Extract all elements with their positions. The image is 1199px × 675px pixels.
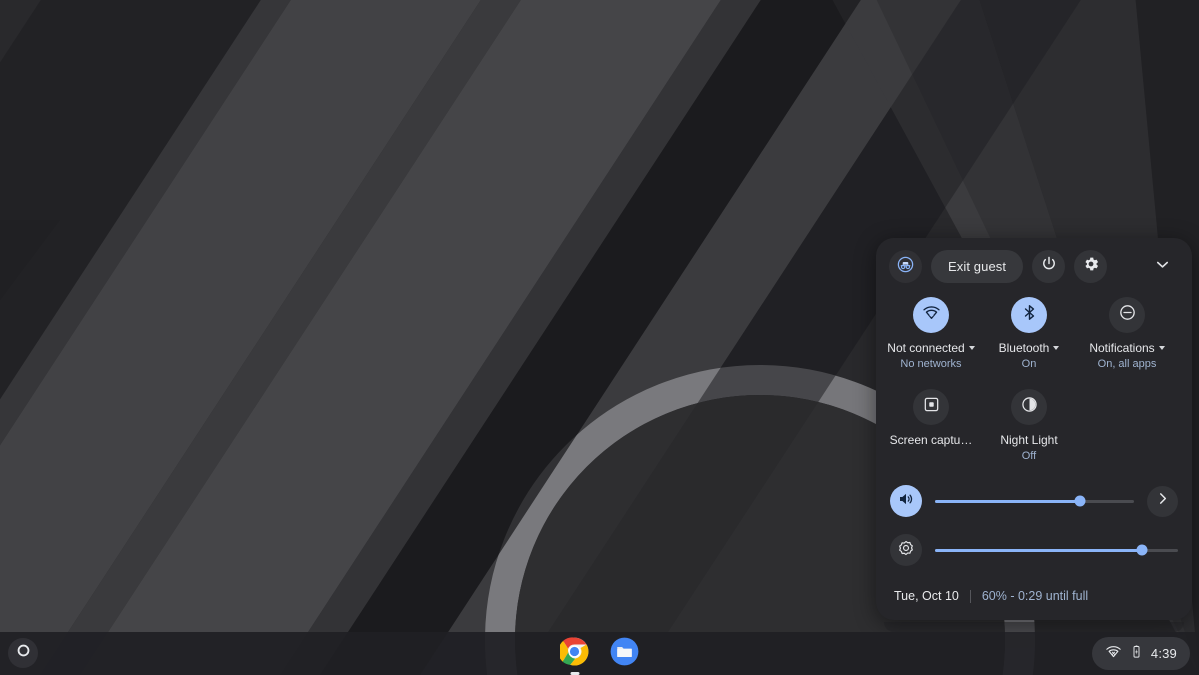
tile-notifications[interactable]: Notifications On, all apps	[1078, 297, 1176, 371]
power-icon	[1040, 255, 1058, 278]
quick-settings-scroll-hint	[884, 622, 1184, 632]
screen-capture-icon	[922, 395, 941, 419]
launcher-button[interactable]	[8, 638, 38, 668]
night-light-tile-label: Night Light	[1000, 433, 1058, 447]
brightness-icon-button[interactable]	[890, 534, 922, 566]
battery-status-label[interactable]: 60% - 0:29 until full	[982, 589, 1088, 603]
night-light-tile-sublabel: Off	[1021, 450, 1037, 462]
bluetooth-tile-label: Bluetooth	[998, 341, 1050, 355]
wifi-off-icon	[1105, 643, 1122, 665]
network-tile-label: Not connected	[887, 341, 965, 355]
exit-guest-label: Exit guest	[948, 259, 1007, 274]
tile-network[interactable]: Not connected No networks	[882, 297, 980, 371]
volume-slider[interactable]	[935, 495, 1134, 507]
volume-slider-row	[876, 485, 1192, 517]
chevron-down-icon[interactable]	[968, 346, 975, 350]
shelf-app-list	[558, 632, 640, 675]
volume-up-icon	[897, 490, 915, 513]
chevron-right-icon	[1154, 490, 1171, 512]
battery-charging-icon	[1129, 644, 1144, 664]
power-button[interactable]	[1032, 250, 1066, 283]
bluetooth-icon	[1020, 303, 1039, 327]
exit-guest-button[interactable]: Exit guest	[931, 250, 1024, 283]
brightness-icon	[897, 539, 915, 562]
shelf-app-files[interactable]	[610, 637, 640, 671]
shelf-app-chrome[interactable]	[558, 636, 590, 675]
quick-settings-header: Exit guest	[876, 238, 1192, 283]
notifications-tile-label-row: Notifications	[1089, 341, 1165, 355]
footer-divider	[969, 589, 971, 603]
guest-avatar-icon	[896, 255, 915, 279]
night-light-icon	[1020, 395, 1039, 419]
volume-mute-toggle[interactable]	[890, 485, 922, 517]
google-chrome-icon	[558, 636, 589, 671]
tile-screen-capture[interactable]: Screen captu…	[882, 389, 980, 463]
network-tile-sublabel: No networks	[900, 358, 962, 370]
date-label[interactable]: Tue, Oct 10	[894, 589, 959, 603]
bluetooth-tile-icon-bg	[1011, 297, 1047, 333]
notifications-tile-sublabel: On, all apps	[1097, 358, 1157, 370]
screen-capture-tile-label-row: Screen captu…	[890, 433, 973, 447]
brightness-slider-knob[interactable]	[1136, 544, 1148, 556]
gear-icon	[1082, 255, 1100, 278]
brightness-slider[interactable]	[935, 544, 1178, 556]
notifications-tile-icon-bg	[1109, 297, 1145, 333]
tile-bluetooth[interactable]: Bluetooth On	[980, 297, 1078, 371]
quick-settings-tiles-row-1: Not connected No networks Bluetooth On N…	[876, 283, 1192, 371]
guest-avatar-button[interactable]	[889, 250, 922, 283]
chrome-running-indicator	[570, 672, 579, 675]
notifications-tile-label: Notifications	[1089, 341, 1155, 355]
shelf: 4:39	[0, 632, 1199, 675]
network-tile-label-row: Not connected	[887, 341, 975, 355]
chevron-down-icon[interactable]	[1158, 346, 1165, 350]
audio-settings-button[interactable]	[1147, 485, 1178, 517]
brightness-slider-row	[876, 534, 1192, 566]
wifi-off-icon	[922, 303, 941, 327]
quick-settings-tiles-row-2: Screen captu… Night Light Off	[876, 371, 1192, 463]
brightness-slider-fill	[935, 548, 1142, 552]
quick-settings-panel: Exit guest Not connected No networks Blu…	[876, 238, 1192, 620]
tile-empty-slot	[1078, 389, 1176, 463]
volume-slider-fill	[935, 499, 1081, 503]
do-not-disturb-icon	[1118, 303, 1137, 327]
collapse-panel-button[interactable]	[1147, 252, 1177, 282]
chevron-down-icon[interactable]	[1053, 346, 1060, 350]
settings-button[interactable]	[1074, 250, 1108, 283]
tray-clock: 4:39	[1150, 646, 1177, 661]
system-tray[interactable]: 4:39	[1091, 637, 1190, 670]
screen-capture-tile-icon-bg	[913, 389, 949, 425]
volume-slider-knob[interactable]	[1074, 495, 1086, 507]
bluetooth-tile-sublabel: On	[1021, 358, 1037, 370]
quick-settings-footer: Tue, Oct 10 60% - 0:29 until full	[876, 589, 1192, 603]
launcher-circle-icon	[15, 642, 32, 664]
night-light-tile-icon-bg	[1011, 389, 1047, 425]
chevron-down-icon	[1153, 255, 1172, 279]
screen-capture-tile-label: Screen captu…	[889, 433, 973, 447]
chromeos-desktop: Exit guest Not connected No networks Blu…	[0, 0, 1199, 675]
bluetooth-tile-label-row: Bluetooth	[999, 341, 1060, 355]
network-tile-icon-bg	[913, 297, 949, 333]
files-app-icon	[610, 637, 639, 671]
night-light-tile-label-row: Night Light	[1000, 433, 1057, 447]
tile-night-light[interactable]: Night Light Off	[980, 389, 1078, 463]
